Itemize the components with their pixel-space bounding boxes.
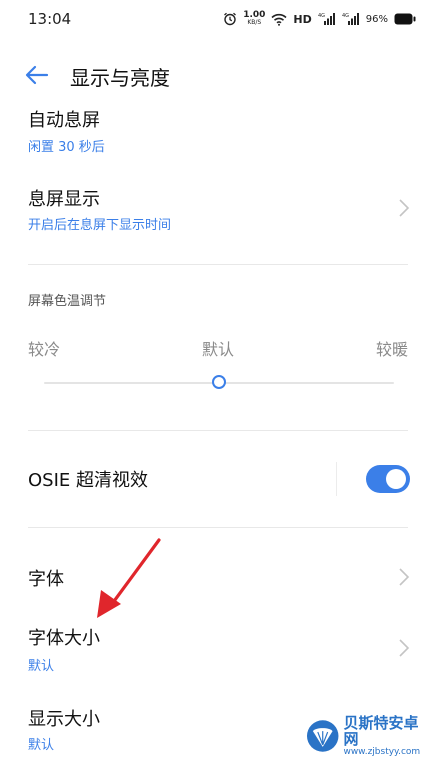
auto-screen-off-item[interactable]: 自动息屏 闲置 30 秒后 — [0, 104, 436, 162]
slider-label-default: 默认 — [202, 340, 235, 359]
slider-label-warm: 较暖 — [376, 340, 409, 359]
alarm-icon — [223, 12, 237, 26]
page-title: 显示与亮度 — [70, 66, 170, 90]
toggle-knob — [386, 469, 406, 489]
osie-toggle[interactable] — [366, 465, 410, 493]
svg-text:4G: 4G — [342, 13, 349, 19]
slider-label-cool: 较冷 — [28, 340, 61, 359]
font-title: 字体 — [28, 569, 64, 590]
speed-unit: KB/S — [247, 19, 262, 26]
color-temperature-label: 屏幕色温调节 — [28, 294, 107, 309]
always-on-display-item[interactable]: 息屏显示 开启后在息屏下显示时间 — [0, 182, 436, 242]
display-size-value: 默认 — [28, 738, 55, 753]
annotation-arrow-icon — [97, 538, 161, 618]
speed-value: 1.00 — [243, 10, 266, 20]
display-size-title: 显示大小 — [28, 709, 100, 730]
font-size-title: 字体大小 — [28, 628, 100, 649]
back-arrow-icon — [25, 65, 49, 85]
svg-text:4G: 4G — [318, 13, 325, 19]
watermark-url: www.zjbstyy.com — [343, 746, 421, 757]
slider-thumb[interactable] — [212, 375, 226, 389]
divider — [28, 430, 408, 431]
auto-screen-off-title: 自动息屏 — [28, 110, 100, 131]
battery-icon — [394, 13, 416, 25]
hd-label: HD — [293, 12, 312, 26]
watermark: 贝斯特安卓网 www.zjbstyy.com — [306, 713, 432, 756]
signal-icon-sim1: 4G — [318, 12, 336, 26]
shell-logo-icon — [306, 720, 339, 752]
always-on-display-title: 息屏显示 — [28, 189, 100, 210]
network-speed: 1.00 KB/S — [243, 11, 265, 27]
wifi-icon — [271, 13, 287, 26]
battery-percent: 96% — [365, 13, 388, 25]
divider — [28, 527, 408, 528]
toggle-separator — [336, 462, 337, 496]
status-time: 13:04 — [28, 10, 72, 28]
watermark-title: 贝斯特安卓网 — [343, 713, 419, 749]
auto-screen-off-value: 闲置 30 秒后 — [28, 140, 105, 155]
status-bar: 13:04 1.00 KB/S HD 4G 4G 96% — [0, 0, 436, 40]
divider — [28, 264, 408, 265]
header-bar: 显示与亮度 — [0, 50, 436, 102]
chevron-right-icon — [399, 639, 410, 657]
font-size-value: 默认 — [28, 659, 55, 674]
chevron-right-icon — [399, 199, 410, 217]
chevron-right-icon — [399, 568, 410, 586]
back-button[interactable] — [22, 62, 52, 88]
font-item[interactable]: 字体 — [0, 556, 436, 600]
osie-title: OSIE 超清视效 — [28, 470, 148, 491]
status-icons: 1.00 KB/S HD 4G 4G 96% — [223, 8, 416, 30]
always-on-display-subtitle: 开启后在息屏下显示时间 — [28, 218, 172, 233]
signal-icon-sim2: 4G — [342, 12, 360, 26]
font-size-item[interactable]: 字体大小 默认 — [0, 622, 436, 680]
